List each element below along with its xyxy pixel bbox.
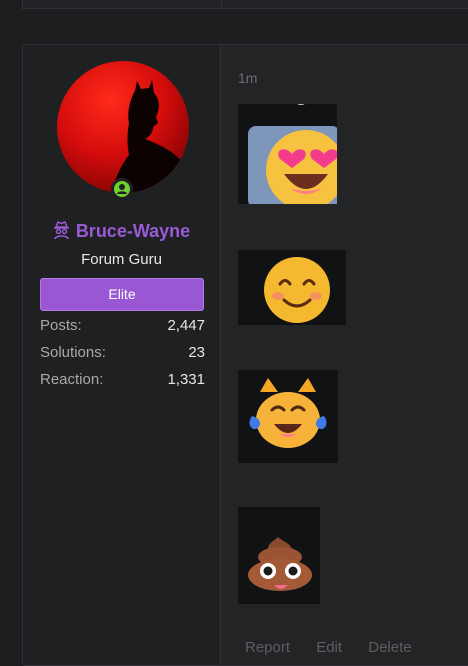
previous-post-divider <box>221 0 222 8</box>
stat-label: Solutions: <box>40 344 106 361</box>
online-status-indicator <box>111 178 133 200</box>
post-timestamp[interactable]: 1m <box>238 70 257 86</box>
heart-eyes-emoji <box>238 104 337 204</box>
stat-value: 1,331 <box>167 371 205 388</box>
message-column: 1m Report Edit Delete <box>221 45 468 665</box>
stat-label: Posts: <box>40 317 82 334</box>
avatar[interactable] <box>57 61 189 193</box>
username-link[interactable]: Bruce-Wayne <box>23 221 220 244</box>
incognito-user-icon <box>53 221 70 244</box>
user-online-icon <box>117 184 127 194</box>
stat-value: 23 <box>188 344 205 361</box>
user-banner: Elite <box>40 278 204 311</box>
pile-of-poo-emoji <box>238 507 320 604</box>
user-stats: Posts: 2,447 Solutions: 23 Reaction: 1,3… <box>40 317 205 398</box>
post-actions: Report Edit Delete <box>245 639 434 656</box>
online-status-dot <box>114 181 130 197</box>
user-info-column: Bruce-Wayne Forum Guru Elite Posts: 2,44… <box>23 45 221 665</box>
stat-solutions[interactable]: Solutions: 23 <box>40 344 205 371</box>
stat-posts[interactable]: Posts: 2,447 <box>40 317 205 344</box>
edit-link[interactable]: Edit <box>316 639 342 656</box>
post-container: Bruce-Wayne Forum Guru Elite Posts: 2,44… <box>22 44 468 666</box>
report-link[interactable]: Report <box>245 639 290 656</box>
stat-reaction[interactable]: Reaction: 1,331 <box>40 371 205 398</box>
previous-post <box>22 0 468 9</box>
delete-link[interactable]: Delete <box>368 639 411 656</box>
avatar-silhouette <box>111 80 189 193</box>
smiling-face-emoji <box>238 250 346 325</box>
username-text: Bruce-Wayne <box>75 221 191 241</box>
stat-label: Reaction: <box>40 371 104 388</box>
user-title: Forum Guru <box>81 251 162 268</box>
cat-tears-of-joy-emoji <box>238 370 338 463</box>
stat-value: 2,447 <box>167 317 205 334</box>
